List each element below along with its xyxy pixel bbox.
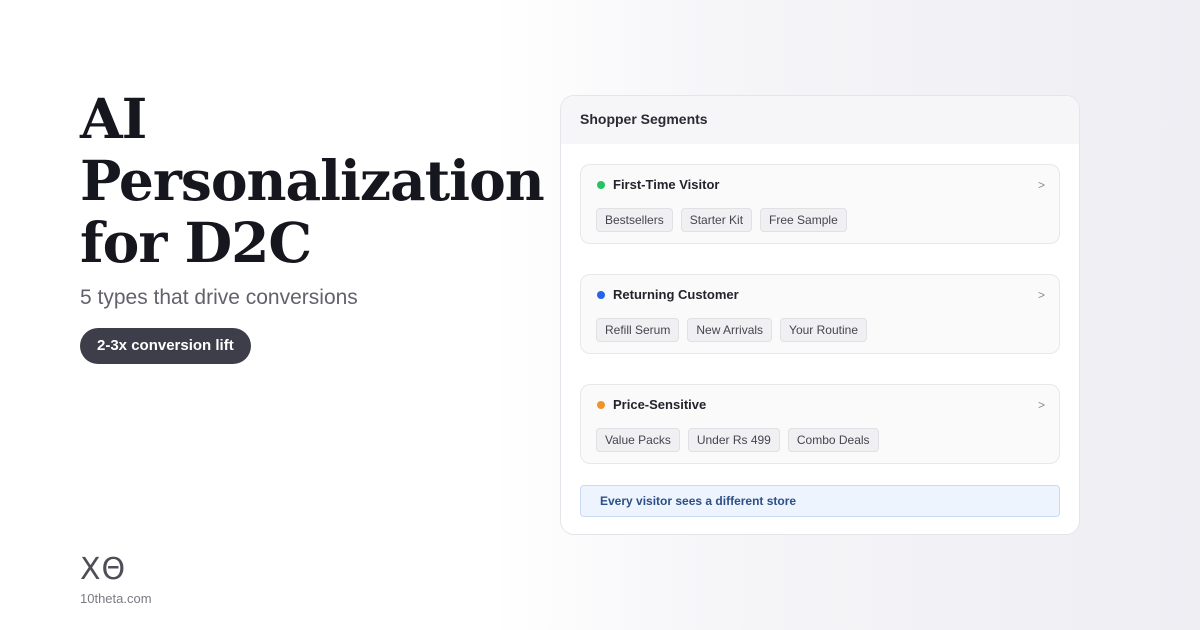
segment-returning-customer[interactable]: Returning Customer > Refill Serum New Ar… [580, 274, 1060, 354]
hero-title: AI Personalization for D2C [80, 86, 545, 275]
tag: Starter Kit [680, 208, 753, 232]
brand-url: 10theta.com [80, 591, 152, 606]
segment-header: Returning Customer > [597, 287, 1045, 303]
hero-title-line: AI [80, 86, 147, 151]
status-dot-icon [597, 181, 605, 189]
info-banner: Every visitor sees a different store [580, 485, 1060, 517]
segment-price-sensitive[interactable]: Price-Sensitive > Value Packs Under Rs 4… [580, 384, 1060, 464]
chevron-right-icon[interactable]: > [1038, 397, 1045, 413]
segment-title: Price-Sensitive [613, 397, 707, 412]
tag: Refill Serum [596, 318, 680, 342]
tag: Under Rs 499 [687, 428, 780, 452]
hero-title-line: Personalization [80, 148, 545, 213]
tag: Free Sample [760, 208, 847, 232]
tag: Your Routine [780, 318, 867, 342]
card-title: Shopper Segments [561, 96, 1079, 144]
hero-subtitle: 5 types that drive conversions [80, 286, 358, 309]
chevron-right-icon[interactable]: > [1038, 177, 1045, 193]
shopper-segments-card: Shopper Segments First-Time Visitor > Be… [560, 95, 1080, 535]
brand-logo: XΘ [80, 552, 127, 587]
status-dot-icon [597, 401, 605, 409]
segment-header: Price-Sensitive > [597, 397, 1045, 413]
segment-first-time-visitor[interactable]: First-Time Visitor > Bestsellers Starter… [580, 164, 1060, 244]
segment-tags: Value Packs Under Rs 499 Combo Deals [596, 428, 879, 452]
tag: New Arrivals [687, 318, 773, 342]
conversion-lift-badge: 2-3x conversion lift [80, 328, 251, 364]
segment-header: First-Time Visitor > [597, 177, 1045, 193]
segment-title: First-Time Visitor [613, 177, 720, 192]
tag: Combo Deals [787, 428, 879, 452]
hero-title-line: for D2C [80, 210, 312, 275]
tag: Value Packs [596, 428, 680, 452]
segment-tags: Refill Serum New Arrivals Your Routine [596, 318, 867, 342]
chevron-right-icon[interactable]: > [1038, 287, 1045, 303]
status-dot-icon [597, 291, 605, 299]
segment-tags: Bestsellers Starter Kit Free Sample [596, 208, 847, 232]
segment-title: Returning Customer [613, 287, 739, 302]
tag: Bestsellers [596, 208, 673, 232]
